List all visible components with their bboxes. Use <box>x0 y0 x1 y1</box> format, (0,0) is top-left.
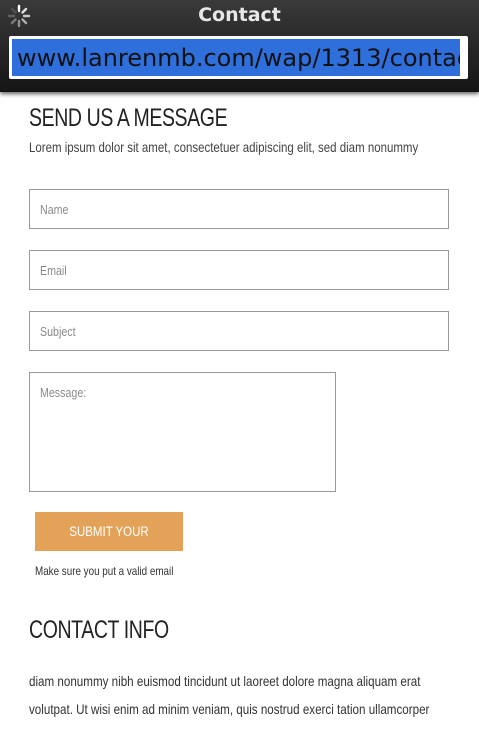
browser-toolbar: Contact www.lanrenmb.com/wap/1313/contac… <box>0 0 479 92</box>
intro-text: Lorem ipsum dolor sit amet, consectetuer… <box>29 139 419 155</box>
page-title: Contact <box>198 4 281 26</box>
contact-page: SEND US A MESSAGE Lorem ipsum dolor sit … <box>29 104 449 731</box>
contact-info-text: diam nonummy nibh euismod tincidunt ut l… <box>29 673 430 731</box>
email-placeholder: Email <box>40 263 67 278</box>
message-placeholder: Message: <box>40 385 87 400</box>
submit-label: SUBMIT YOUR MESSAGE <box>69 523 149 578</box>
subject-placeholder: Subject <box>40 324 76 339</box>
message-field[interactable]: Message: <box>29 372 336 492</box>
email-field[interactable]: Email <box>29 250 449 290</box>
send-message-heading: SEND US A MESSAGE <box>29 104 228 132</box>
url-bar[interactable]: www.lanrenmb.com/wap/1313/contact.html <box>9 36 468 79</box>
name-placeholder: Name <box>40 202 69 217</box>
submit-button[interactable]: SUBMIT YOUR MESSAGE <box>35 512 183 578</box>
url-selection: www.lanrenmb.com/wap/1313/contact.html <box>12 39 460 76</box>
url-text: www.lanrenmb.com/wap/1313/contact.html <box>17 44 460 72</box>
subject-field[interactable]: Subject <box>29 311 449 351</box>
contact-info-heading: CONTACT INFO <box>29 616 169 644</box>
name-field[interactable]: Name <box>29 189 449 229</box>
email-note: Make sure you put a valid email <box>35 564 174 578</box>
